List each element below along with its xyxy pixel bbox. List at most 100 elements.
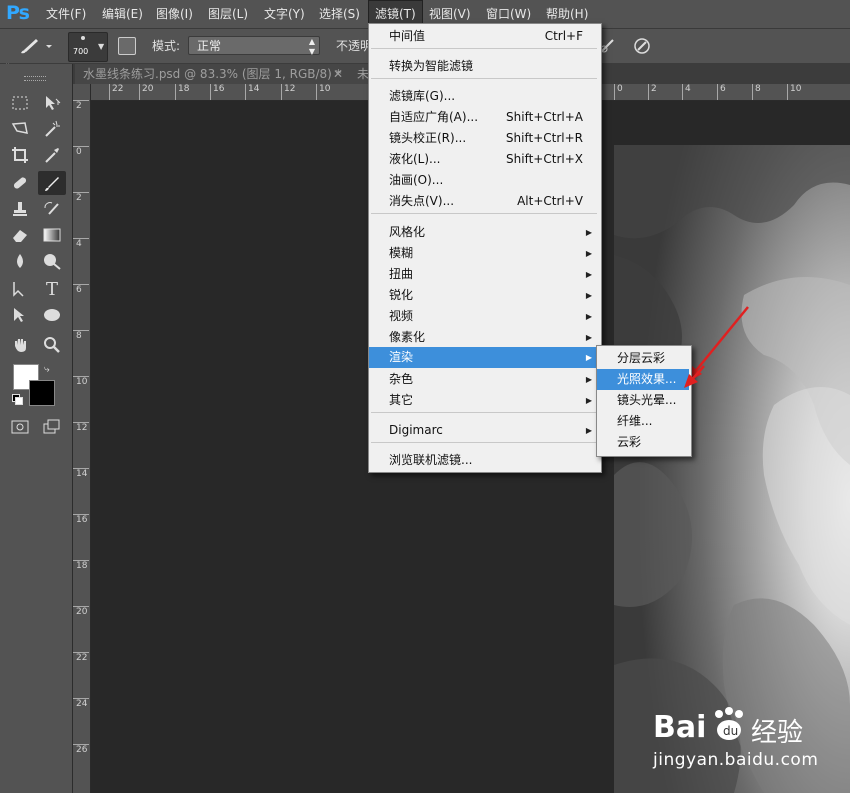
filter-menu-item[interactable]: 液化(L)... Shift+Ctrl+X [369,149,599,170]
swap-colors-icon[interactable]: ⤷ [44,364,50,375]
marquee-tool-icon[interactable] [6,91,34,115]
filter-menu-item[interactable]: 中间值 Ctrl+F [369,26,599,47]
annotation-arrow-tip-icon [684,365,705,388]
menu-separator [371,48,597,49]
menu-item-label: 模糊 [389,246,414,260]
history-brush-tool-icon[interactable] [38,197,66,221]
ruler-tick: 22 [109,84,123,100]
submenu-item-label: 光照效果... [617,372,677,386]
filter-menu-item[interactable]: Digimarc ▶ [369,420,599,441]
render-submenu-item[interactable]: 镜头光晕... [597,390,689,411]
render-submenu-item[interactable]: 光照效果... [597,369,689,390]
quick-mask-icon[interactable] [6,415,34,439]
direct-selection-tool-icon[interactable] [6,303,34,327]
submenu-arrow-icon: ▶ [585,396,592,405]
eraser-tool-icon[interactable] [6,223,34,247]
opacity-label: 不透明 [336,39,373,53]
brush-panel-toggle-icon[interactable] [118,37,136,55]
submenu-arrow-icon: ▶ [585,291,592,300]
submenu-item-label: 云彩 [617,435,642,449]
menu-item-label: 扭曲 [389,267,414,281]
ruler-tick: 8 [752,84,761,100]
menu-item-label: Digimarc [389,423,443,437]
move-tool-icon[interactable] [38,91,66,115]
menu-item-label: 视频 [389,309,414,323]
lasso-tool-icon[interactable] [6,117,34,141]
filter-menu-dropdown: 中间值 Ctrl+F 转换为智能滤镜 滤镜库(G)... 自适应广角(A)... Shif… [368,23,602,473]
filter-menu-item[interactable]: 模糊 ▶ [369,243,599,264]
menu-5[interactable]: 选择(S) [313,0,366,28]
menu-item-shortcut: Shift+Ctrl+R [505,131,583,145]
menu-item-label: 液化(L)... [389,152,441,166]
svg-text:du: du [723,724,738,738]
document-canvas[interactable] [614,145,850,793]
render-submenu-item[interactable]: 分层云彩 [597,348,689,369]
eyedropper-tool-icon[interactable] [38,143,66,167]
hand-tool-icon[interactable] [6,333,34,357]
ruler-tick: 6 [717,84,726,100]
menu-3[interactable]: 图层(L) [202,0,254,28]
filter-menu-item[interactable]: 杂色 ▶ [369,369,599,390]
tab-close-icon[interactable]: ✕ [329,64,347,84]
brush-tool-icon[interactable] [38,171,66,195]
ruler-tick: 2 [648,84,657,100]
blur-tool-icon[interactable] [6,249,34,273]
filter-menu-item[interactable]: 镜头校正(R)... Shift+Ctrl+R [369,128,599,149]
screen-mode-icon[interactable] [38,415,66,439]
filter-menu-item[interactable]: 扭曲 ▶ [369,264,599,285]
crop-tool-icon[interactable] [6,143,34,167]
filter-menu-item[interactable]: 视频 ▶ [369,306,599,327]
menu-0[interactable]: 文件(F) [40,0,92,28]
annotation-arrow-icon [686,306,749,383]
submenu-arrow-icon: ▶ [585,375,592,384]
submenu-arrow-icon: ▶ [585,270,592,279]
path-selection-tool-icon[interactable] [6,277,34,301]
tablet-pressure-icon[interactable] [632,36,652,56]
filter-menu-item[interactable]: 转换为智能滤镜 [369,56,599,77]
filter-menu-item[interactable]: 自适应广角(A)... Shift+Ctrl+A [369,107,599,128]
filter-menu-item[interactable]: 风格化 ▶ [369,222,599,243]
document-tab[interactable]: 水墨线条练习.psd @ 83.3% (图层 1, RGB/8) * [75,64,353,84]
background-color-swatch[interactable] [29,380,55,406]
menu-item-shortcut: Shift+Ctrl+X [506,152,583,166]
filter-menu-item[interactable]: 渲染 ▶ [369,347,599,368]
menu-4[interactable]: 文字(Y) [258,0,311,28]
default-colors-icon[interactable] [12,394,23,405]
filter-menu-item[interactable]: 其它 ▶ [369,390,599,411]
brush-preset-picker[interactable]: 700 ▼ [68,32,108,62]
zoom-tool-icon[interactable] [38,333,66,357]
healing-brush-tool-icon[interactable] [6,171,34,195]
clone-stamp-tool-icon[interactable] [6,197,34,221]
magic-wand-tool-icon[interactable] [38,117,66,141]
filter-menu-item[interactable]: 消失点(V)... Alt+Ctrl+V [369,191,599,212]
filter-menu-item[interactable]: 像素化 ▶ [369,327,599,348]
photoshop-logo: Ps [6,2,30,24]
ellipse-tool-icon[interactable] [38,303,66,327]
ruler-tick: 0 [614,84,623,100]
menu-1[interactable]: 编辑(E) [96,0,149,28]
toolbox-grip[interactable] [24,76,46,81]
filter-menu-item[interactable]: 浏览联机滤镜... [369,450,599,471]
menu-item-shortcut: Shift+Ctrl+A [506,110,583,124]
baidu-jingyan-watermark: Bai du 经验 jingyan.baidu.com [653,700,843,780]
menu-2[interactable]: 图像(I) [150,0,199,28]
brush-size-label: 700 [73,47,89,56]
gradient-tool-icon[interactable] [38,223,66,247]
filter-menu-item[interactable]: 滤镜库(G)... [369,86,599,107]
render-submenu-item[interactable]: 云彩 [597,432,689,453]
filter-menu-item[interactable]: 锐化 ▶ [369,285,599,306]
ruler-tick: 8 [73,330,89,341]
dodge-tool-icon[interactable] [38,249,66,273]
render-submenu-item[interactable]: 纤维... [597,411,689,432]
brush-tool-icon[interactable] [14,35,54,57]
type-tool-icon[interactable]: T [38,277,66,301]
document-tab-title: 水墨线条练习.psd @ 83.3% (图层 1, RGB/8) * [83,67,342,81]
submenu-arrow-icon: ▶ [585,333,592,342]
ruler-tick: 20 [73,606,89,617]
filter-menu-item[interactable]: 油画(O)... [369,170,599,191]
menu-item-label: 渲染 [389,350,414,364]
mode-select[interactable]: 正常 ▲ ▼ [188,36,320,56]
select-arrows-icon: ▲ ▼ [308,37,315,56]
menu-separator [371,442,597,443]
ruler-tick: 26 [73,744,89,755]
